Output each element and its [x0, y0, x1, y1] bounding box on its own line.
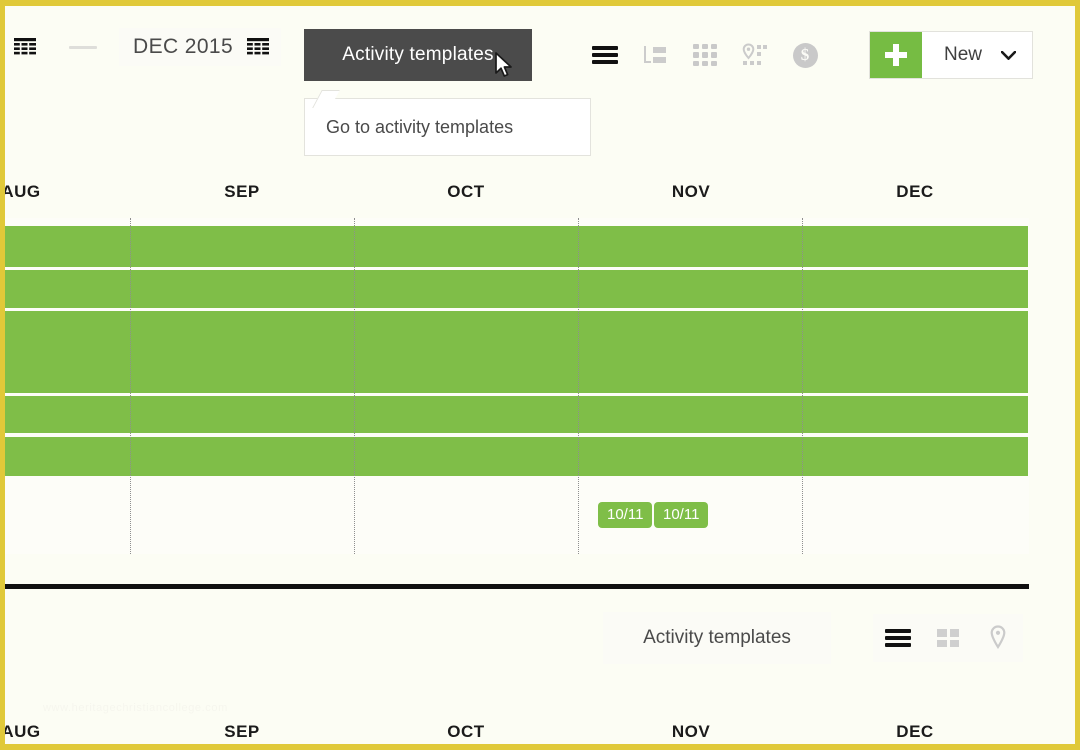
month-tick-sep: SEP — [224, 722, 260, 741]
tooltip-text: Go to activity templates — [326, 116, 514, 137]
month-tick-oct: OCT — [447, 182, 485, 201]
period-display[interactable]: DEC 2015 — [119, 28, 282, 66]
period-label: DEC 2015 — [133, 35, 234, 58]
list-view-icon-button[interactable] — [580, 33, 630, 77]
gantt-gridline-2 — [354, 218, 355, 554]
month-tick-nov: NOV — [671, 722, 711, 741]
chevron-down-icon — [1001, 50, 1016, 60]
view-switcher: $ — [580, 33, 830, 77]
month-tick-aug: AUG — [1, 722, 41, 741]
calendar-grid-icon-right[interactable] — [247, 38, 270, 56]
gantt-gridline-1 — [130, 218, 131, 554]
gantt-bar-1[interactable] — [5, 226, 1028, 267]
budget-dollar-icon-button[interactable]: $ — [780, 33, 830, 77]
period-navigator: DEC 2015 — [5, 28, 282, 66]
bottom-view-switcher — [873, 614, 1023, 662]
map-view-icon — [742, 43, 767, 65]
bottom-card-view-icon — [937, 629, 959, 647]
gantt-chart: AUG SEP OCT NOV DEC 10/11 10/11 — [5, 174, 1075, 554]
section-divider — [5, 584, 1029, 589]
bottom-map-pin-icon — [990, 625, 1006, 650]
tree-view-icon-button[interactable] — [630, 33, 680, 77]
new-dropdown-label: New — [943, 44, 982, 65]
add-new-button[interactable] — [869, 32, 922, 78]
month-tick-dec: DEC — [896, 182, 934, 201]
month-tick-sep: SEP — [224, 182, 260, 201]
top-toolbar: DEC 2015 Activity templates Go to activi… — [5, 6, 1075, 156]
bottom-section-title-label: Activity templates — [643, 627, 791, 648]
grid-view-icon-button[interactable] — [680, 33, 730, 77]
calendar-grid-icon — [14, 38, 36, 55]
bottom-list-view-icon — [885, 626, 911, 650]
gantt-bar-3[interactable] — [5, 311, 1028, 393]
gantt-bar-4[interactable] — [5, 396, 1028, 433]
new-dropdown-button[interactable]: New — [922, 32, 1032, 78]
period-separator — [69, 45, 97, 49]
gantt-bar-2[interactable] — [5, 270, 1028, 308]
gantt-gridline-3 — [578, 218, 579, 554]
tooltip-go-to-activity-templates: Go to activity templates — [304, 98, 591, 156]
tab-activity-templates[interactable]: Activity templates — [304, 29, 532, 81]
bottom-section-title[interactable]: Activity templates — [603, 612, 831, 664]
map-view-icon-button[interactable] — [730, 33, 780, 77]
bottom-card-view-icon-button[interactable] — [923, 614, 973, 662]
new-button-group: New — [868, 31, 1033, 79]
month-tick-dec: DEC — [896, 722, 934, 741]
bottom-toolbar: Activity templates — [5, 604, 1075, 676]
month-tick-oct: OCT — [447, 722, 485, 741]
bottom-map-pin-icon-button[interactable] — [973, 614, 1023, 662]
gantt-bar-5[interactable] — [5, 437, 1028, 476]
month-tick-aug: AUG — [1, 182, 41, 201]
milestone-badge[interactable]: 10/11 — [654, 502, 709, 528]
plus-icon — [884, 44, 907, 66]
app-window: DEC 2015 Activity templates Go to activi… — [0, 0, 1080, 750]
budget-dollar-icon: $ — [792, 42, 818, 68]
watermark: www.heritagechristiancollege.com — [43, 702, 228, 714]
gantt-month-axis-bottom: AUG SEP OCT NOV DEC — [5, 714, 1029, 744]
gantt-gridline-4 — [802, 218, 803, 554]
month-tick-nov: NOV — [671, 182, 711, 201]
gantt-bars-area: 10/11 10/11 — [5, 218, 1029, 554]
tree-view-icon — [643, 45, 666, 63]
tab-activity-templates-label: Activity templates — [342, 44, 494, 65]
bottom-list-view-icon-button[interactable] — [873, 614, 923, 662]
grid-view-icon — [693, 44, 717, 66]
calendar-grid-icon-left[interactable] — [5, 30, 45, 64]
list-view-icon — [592, 43, 618, 67]
gantt-month-axis-top: AUG SEP OCT NOV DEC — [5, 174, 1029, 218]
milestone-badge[interactable]: 10/11 — [598, 502, 653, 528]
